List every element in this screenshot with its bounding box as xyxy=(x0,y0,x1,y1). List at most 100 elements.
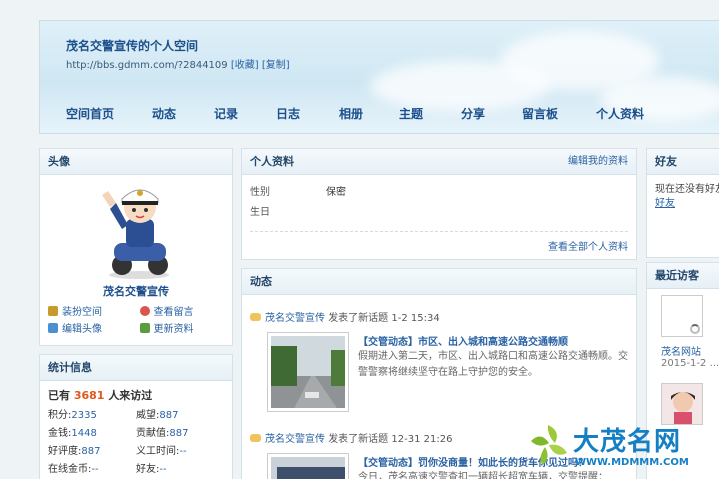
stats-panel-title: 统计信息 xyxy=(40,355,232,381)
visits-prefix: 已有 xyxy=(48,389,70,402)
stat-label: 金钱: xyxy=(48,428,72,439)
profile-fields: 性别 保密 生日 xyxy=(242,175,636,231)
edit-profile-link[interactable]: 编辑我的资料 xyxy=(568,149,628,175)
avatar-panel-title: 头像 xyxy=(40,149,232,175)
feed-title-link[interactable]: 【交管动态】市区、出入城和高速公路交通畅顺 xyxy=(358,333,568,348)
stat-value: 887 xyxy=(159,410,179,421)
feed-thumbnail[interactable] xyxy=(268,333,348,411)
stat-label: 好友: xyxy=(136,464,160,475)
profile-title-text: 个人资料 xyxy=(250,155,294,168)
visits-suffix: 人来访过 xyxy=(108,389,153,402)
friends-link[interactable]: 好友 xyxy=(655,198,675,209)
decorate-space-label: 装扮空间 xyxy=(62,307,102,318)
profile-row-gender: 性别 保密 xyxy=(250,183,628,203)
avatar-actions: 装扮空间 查看留言 编辑头像 更新资料 xyxy=(48,303,228,337)
update-profile-link[interactable]: 更新资料 xyxy=(139,320,228,337)
friends-empty-text: 现在还没有好友 好友 xyxy=(647,175,719,219)
space-url-text: http://bbs.gdmm.com/?2844109 xyxy=(66,60,228,71)
avatar[interactable] xyxy=(98,181,180,281)
visitor-avatar[interactable] xyxy=(661,383,703,425)
watermark-url: WWW.MDMMM.COM xyxy=(575,457,689,468)
nav-records[interactable]: 记录 xyxy=(214,105,276,122)
visitors-panel-title: 最近访客 xyxy=(647,263,719,289)
feed-action: 发表了新话题 xyxy=(328,434,389,445)
watermark-logo: 大茂名网 WWW.MDMMM.COM xyxy=(525,421,715,475)
visitor-avatar[interactable] xyxy=(661,295,703,337)
view-messages-label: 查看留言 xyxy=(153,307,194,318)
profile-panel-title: 个人资料 编辑我的资料 xyxy=(242,149,636,175)
feed-thumbnail[interactable] xyxy=(268,454,348,479)
feed-panel-title: 动态 xyxy=(242,269,636,295)
nav-topics[interactable]: 主题 xyxy=(399,105,461,122)
space-header: 茂名交警宣传的个人空间 http://bbs.gdmm.com/?2844109… xyxy=(39,20,719,134)
user-name[interactable]: 茂名交警宣传 xyxy=(40,283,232,299)
edit-avatar-link[interactable]: 编辑头像 xyxy=(48,320,136,337)
stat-value: 1448 xyxy=(71,428,97,439)
search-icon xyxy=(139,306,150,316)
view-all-profile-link[interactable]: 查看全部个人资料 xyxy=(548,238,628,253)
stat-value: 2335 xyxy=(71,410,97,421)
nav-album[interactable]: 相册 xyxy=(339,105,399,122)
profile-divider xyxy=(250,231,628,232)
stat-row: 积分:2335 威望:887 xyxy=(48,407,224,425)
view-messages-link[interactable]: 查看留言 xyxy=(139,303,228,320)
speech-bubble-icon xyxy=(250,313,261,321)
profile-panel: 个人资料 编辑我的资料 性别 保密 生日 查看全部个人资料 xyxy=(241,148,637,260)
stat-label: 义工时间: xyxy=(136,446,180,457)
feed-author-link[interactable]: 茂名交警宣传 xyxy=(265,313,325,324)
stat-value: -- xyxy=(179,446,187,457)
stat-row: 好评度:887 义工时间:-- xyxy=(48,443,224,461)
visitor-item[interactable] xyxy=(661,383,703,425)
update-profile-label: 更新资料 xyxy=(153,324,194,335)
stat-row: 在线金币:-- 好友:-- xyxy=(48,461,224,479)
stat-value: 887 xyxy=(169,428,189,439)
friends-empty-message: 现在还没有好友 xyxy=(655,184,719,195)
user-icon xyxy=(48,323,58,333)
visitor-item[interactable]: 茂名网站 2015-1-2 ... xyxy=(661,295,719,369)
stat-label: 好评度: xyxy=(48,446,82,457)
stat-label: 积分: xyxy=(48,410,72,421)
space-url: http://bbs.gdmm.com/?2844109 [收藏] [复制] xyxy=(66,56,290,71)
stat-value: -- xyxy=(91,464,99,475)
profile-key: 生日 xyxy=(250,207,270,218)
profile-row-birthday: 生日 xyxy=(250,203,628,223)
friends-panel-title: 好友 xyxy=(647,149,719,175)
watermark-text: 大茂名网 xyxy=(573,427,682,457)
brush-icon xyxy=(48,306,58,316)
feed-action: 发表了新话题 xyxy=(328,313,389,324)
profile-key: 性别 xyxy=(250,187,270,198)
feed-time: 12-31 21:26 xyxy=(391,434,453,445)
nav-activity[interactable]: 动态 xyxy=(152,105,214,122)
stat-value: 887 xyxy=(81,446,101,457)
feed-item-head: 茂名交警宣传 发表了新话题 1-2 15:34 xyxy=(250,311,630,327)
feed-time: 1-2 15:34 xyxy=(391,313,440,324)
stat-label: 贡献值: xyxy=(136,428,170,439)
nav-profile[interactable]: 个人资料 xyxy=(596,105,656,122)
stat-label: 威望: xyxy=(136,410,160,421)
nav-blog[interactable]: 日志 xyxy=(276,105,339,122)
nav-share[interactable]: 分享 xyxy=(461,105,522,122)
nav-home[interactable]: 空间首页 xyxy=(66,105,152,122)
decorate-space-link[interactable]: 装扮空间 xyxy=(48,303,136,320)
visit-count: 3681 xyxy=(73,389,105,402)
favorite-link[interactable]: [收藏] xyxy=(231,60,259,71)
avatar-panel: 头像 茂名交警宣传 装扮空间 查看留言 编辑头像 更新资料 xyxy=(39,148,233,346)
stats-grid: 积分:2335 威望:887 金钱:1448 贡献值:887 好评度:887 义… xyxy=(40,405,232,479)
speech-bubble-icon xyxy=(250,434,261,442)
stat-value: -- xyxy=(159,464,167,475)
stats-panel: 统计信息 已有 3681 人来访过 积分:2335 威望:887 金钱:1448… xyxy=(39,354,233,479)
page-title: 茂名交警宣传的个人空间 xyxy=(66,39,199,53)
nav-guestbook[interactable]: 留言板 xyxy=(522,105,596,122)
visitor-name[interactable]: 茂名网站 xyxy=(661,343,719,358)
friends-panel: 好友 现在还没有好友 好友 xyxy=(646,148,719,258)
copy-link[interactable]: [复制] xyxy=(262,60,290,71)
doc-icon xyxy=(139,323,150,333)
profile-value: 保密 xyxy=(326,187,346,198)
loading-icon xyxy=(690,324,700,334)
feed-item: 茂名交警宣传 发表了新话题 1-2 15:34 【交管动态】市区、出入城和高速公… xyxy=(250,311,630,431)
edit-avatar-label: 编辑头像 xyxy=(62,324,102,335)
visit-count-line: 已有 3681 人来访过 xyxy=(40,381,232,405)
visitor-date: 2015-1-2 ... xyxy=(661,358,719,369)
stat-label: 在线金币: xyxy=(48,464,92,475)
feed-author-link[interactable]: 茂名交警宣传 xyxy=(265,434,325,445)
